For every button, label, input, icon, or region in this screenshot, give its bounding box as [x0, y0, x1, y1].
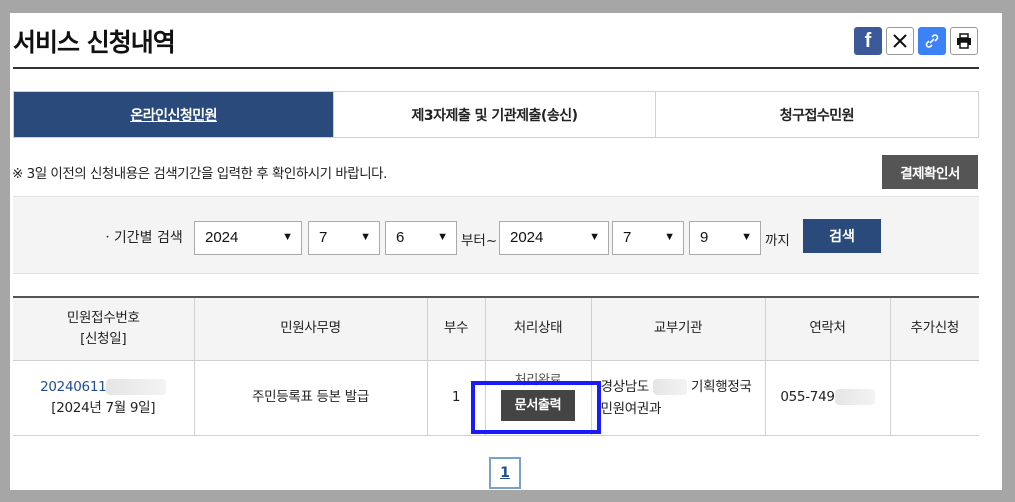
- contact-number: 055-749: [780, 389, 835, 405]
- cell-receipt-no: 20240611 [2024년 7월 9일]: [13, 359, 195, 436]
- from-year-select[interactable]: 2024 ▼: [194, 221, 302, 255]
- tab-bar: 온라인신청민원 제3자제출 및 기관제출(송신) 청구접수민원: [13, 91, 979, 138]
- highlight-box: [471, 381, 601, 434]
- tab-third-party-submission[interactable]: 제3자제출 및 기관제출(송신): [333, 92, 654, 137]
- redacted-mask: [834, 389, 875, 405]
- from-suffix: 부터~: [461, 233, 498, 249]
- cell-extra: [889, 359, 979, 436]
- header-extra: 추가신청: [889, 296, 979, 361]
- to-suffix: 까지: [765, 233, 790, 249]
- to-day-value: 9: [700, 229, 709, 246]
- print-icon[interactable]: [950, 27, 978, 55]
- header-service-name: 민원사무명: [193, 296, 428, 361]
- header-receipt-no-label: 민원접수번호: [66, 309, 140, 326]
- title-divider: [13, 67, 979, 69]
- tab-online-application[interactable]: 온라인신청민원: [14, 92, 334, 137]
- apply-date: [2024년 7월 9일]: [51, 399, 156, 416]
- share-toolbar: f: [854, 27, 978, 55]
- cell-service-name: 주민등록표 등본 발급: [193, 359, 428, 436]
- header-contact: 연락처: [764, 296, 891, 361]
- search-label: ㆍ기간별 검색: [101, 230, 183, 246]
- from-month-value: 7: [319, 229, 328, 246]
- x-icon[interactable]: [886, 27, 914, 55]
- from-day-select[interactable]: 6 ▼: [385, 221, 457, 255]
- date-search-panel: ㆍ기간별 검색 2024 ▼ 7 ▼ 6 ▼ 부터~ 2024 ▼ 7 ▼ 9 ▼ 까지 검…: [13, 196, 979, 274]
- from-month-select[interactable]: 7 ▼: [308, 221, 380, 255]
- header-receipt-no: 민원접수번호 [신청일]: [13, 296, 195, 361]
- redacted-mask: [652, 378, 687, 395]
- chevron-down-icon: ▼: [741, 231, 752, 243]
- chevron-down-icon: ▼: [589, 231, 600, 243]
- tab-claim-receipt[interactable]: 청구접수민원: [654, 92, 978, 137]
- header-copies: 부수: [426, 296, 486, 361]
- cell-contact: 055-749: [764, 359, 891, 436]
- pagination-page-1[interactable]: 1: [489, 457, 521, 489]
- org-bureau: 기획행정국: [690, 378, 752, 395]
- header-apply-date-label: [신청일]: [80, 330, 127, 347]
- chevron-down-icon: ▼: [282, 231, 293, 243]
- header-issuing-org: 교부기관: [590, 296, 766, 361]
- table-header-row: 민원접수번호 [신청일] 민원사무명 부수 처리상태 교부기관 연락처 추가신청: [13, 296, 979, 361]
- redacted-mask: [106, 378, 167, 395]
- facebook-icon[interactable]: f: [854, 27, 882, 55]
- chevron-down-icon: ▼: [360, 231, 371, 243]
- from-year-value: 2024: [205, 229, 239, 246]
- facebook-glyph: f: [864, 29, 872, 52]
- payment-receipt-button[interactable]: 결제확인서: [882, 155, 978, 189]
- header-status: 처리상태: [484, 296, 592, 361]
- cell-issuing-org: 경상남도 기획행정국 민원여권과: [590, 359, 766, 436]
- link-icon[interactable]: [918, 27, 946, 55]
- page-title: 서비스 신청내역: [13, 28, 176, 57]
- search-button[interactable]: 검색: [803, 219, 881, 253]
- org-province: 경상남도: [600, 378, 650, 395]
- to-month-value: 7: [623, 229, 632, 246]
- to-day-select[interactable]: 9 ▼: [689, 221, 761, 255]
- from-day-value: 6: [396, 229, 405, 246]
- receipt-number-link[interactable]: 20240611: [40, 379, 107, 395]
- notice-text: ※ 3일 이전의 신청내용은 검색기간을 입력한 후 확인하시기 바랍니다.: [12, 166, 387, 182]
- org-department: 민원여권과: [600, 400, 662, 417]
- to-year-value: 2024: [510, 229, 544, 246]
- to-year-select[interactable]: 2024 ▼: [499, 221, 609, 255]
- chevron-down-icon: ▼: [437, 231, 448, 243]
- to-month-select[interactable]: 7 ▼: [612, 221, 684, 255]
- chevron-down-icon: ▼: [664, 231, 675, 243]
